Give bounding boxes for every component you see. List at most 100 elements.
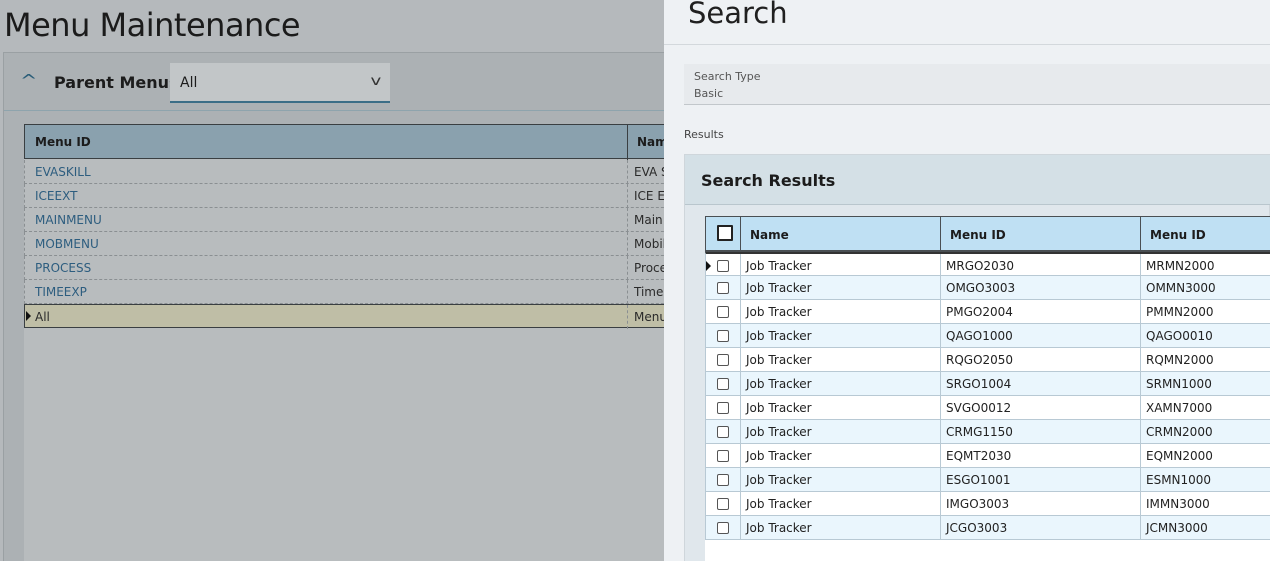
table-row[interactable]: TIMEEXP Time	[24, 280, 704, 304]
parent-menu-id-cell: OMMN3000	[1146, 281, 1216, 295]
results-grid-header: Name Menu ID Menu ID	[705, 216, 1270, 252]
name-cell: Job Tracker	[746, 281, 812, 295]
row-checkbox[interactable]	[717, 498, 729, 510]
parent-menu-id-cell: SRMN1000	[1146, 377, 1212, 391]
table-row[interactable]: ICEEXT ICE Ex	[24, 184, 704, 208]
menu-id-cell[interactable]: PROCESS	[35, 261, 91, 275]
row-checkbox[interactable]	[717, 450, 729, 462]
name-cell: Job Tracker	[746, 259, 812, 273]
parent-menu-id-cell: JCMN3000	[1146, 521, 1208, 535]
column-header-menu-id[interactable]: Menu ID	[950, 228, 1006, 242]
menu-grid-header: Menu ID Nam	[24, 124, 704, 160]
parent-menu-id-cell: MRMN2000	[1146, 259, 1215, 273]
table-row[interactable]: Job Tracker PMGO2004 PMMN2000	[705, 300, 1270, 324]
name-cell: Job Tracker	[746, 377, 812, 391]
table-row[interactable]: Job Tracker SRGO1004 SRMN1000	[705, 372, 1270, 396]
search-type-value: Basic	[694, 87, 724, 100]
column-header-menu-id[interactable]: Menu ID	[35, 135, 91, 149]
table-row[interactable]: EVASKILL EVA S	[24, 160, 704, 184]
table-row[interactable]: Job Tracker EQMT2030 EQMN2000	[705, 444, 1270, 468]
row-checkbox[interactable]	[717, 354, 729, 366]
name-cell: Job Tracker	[746, 353, 812, 367]
parent-menu-id-cell: EQMN2000	[1146, 449, 1213, 463]
parent-menu-id-cell: RQMN2000	[1146, 353, 1214, 367]
table-row[interactable]: Job Tracker SVGO0012 XAMN7000	[705, 396, 1270, 420]
table-row[interactable]: MOBMENU Mobil	[24, 232, 704, 256]
menu-id-cell: EQMT2030	[946, 449, 1012, 463]
parent-menu-id-cell: PMMN2000	[1146, 305, 1214, 319]
search-type-field[interactable]: Search Type Basic	[684, 64, 1270, 105]
table-row[interactable]: Job Tracker QAGO1000 QAGO0010	[705, 324, 1270, 348]
parent-menu-id-cell: QAGO0010	[1146, 329, 1213, 343]
menu-id-cell[interactable]: TIMEEXP	[35, 285, 87, 299]
menu-grid: Menu ID Nam EVASKILL EVA S ICEEXT ICE Ex MAI…	[24, 124, 704, 561]
row-checkbox[interactable]	[717, 426, 729, 438]
table-row[interactable]: Job Tracker IMGO3003 IMMN3000	[705, 492, 1270, 516]
results-grid-rows: Job Tracker MRGO2030 MRMN2000 Job Tracker OM…	[705, 252, 1270, 540]
name-cell: Main	[634, 213, 663, 227]
name-cell: Job Tracker	[746, 401, 812, 415]
name-cell: Job Tracker	[746, 497, 812, 511]
row-checkbox[interactable]	[717, 474, 729, 486]
search-results-panel: Search Results Name Menu ID Menu ID Job …	[684, 154, 1270, 561]
current-row-marker-icon	[706, 261, 711, 271]
menu-id-cell: PMGO2004	[946, 305, 1013, 319]
table-row[interactable]: Job Tracker RQGO2050 RQMN2000	[705, 348, 1270, 372]
table-row[interactable]: Job Tracker CRMG1150 CRMN2000	[705, 420, 1270, 444]
menu-id-cell: RQGO2050	[946, 353, 1014, 367]
name-cell: Mobil	[634, 237, 666, 251]
menu-id-cell: QAGO1000	[946, 329, 1013, 343]
menu-id-cell[interactable]: MOBMENU	[35, 237, 99, 251]
parent-menu-id-cell: CRMN2000	[1146, 425, 1213, 439]
row-checkbox[interactable]	[717, 522, 729, 534]
column-header-parent-menu-id[interactable]: Menu ID	[1150, 228, 1206, 242]
menu-id-cell: JCGO3003	[946, 521, 1008, 535]
menu-id-cell[interactable]: EVASKILL	[35, 165, 91, 179]
table-row[interactable]: Job Tracker JCGO3003 JCMN3000	[705, 516, 1270, 540]
page-title: Menu Maintenance	[4, 6, 301, 44]
table-row[interactable]: All Menu	[24, 304, 704, 329]
chevron-up-icon[interactable]: ^	[20, 71, 37, 90]
menu-id-cell: CRMG1150	[946, 425, 1013, 439]
results-label: Results	[684, 128, 724, 141]
menu-id-cell: All	[35, 310, 50, 324]
row-checkbox[interactable]	[717, 378, 729, 390]
name-cell: Job Tracker	[746, 449, 812, 463]
search-results-header: Search Results	[685, 155, 1270, 205]
table-row[interactable]: PROCESS Proce	[24, 256, 704, 280]
name-cell: Proce	[634, 261, 668, 275]
table-row[interactable]: Job Tracker MRGO2030 MRMN2000	[705, 252, 1270, 278]
table-row[interactable]: Job Tracker OMGO3003 OMMN3000	[705, 276, 1270, 300]
parent-menus-panel: ^ Parent Menus All v Menu ID Nam EVASKIL…	[3, 52, 704, 561]
row-checkbox[interactable]	[717, 260, 729, 272]
menu-id-cell: IMGO3003	[946, 497, 1010, 511]
table-row[interactable]: Job Tracker ESGO1001 ESMN1000	[705, 468, 1270, 492]
row-checkbox[interactable]	[717, 330, 729, 342]
search-results-title: Search Results	[701, 171, 836, 190]
row-checkbox[interactable]	[717, 402, 729, 414]
row-checkbox[interactable]	[717, 306, 729, 318]
menu-id-cell: MRGO2030	[946, 259, 1014, 273]
select-all-checkbox[interactable]	[717, 225, 733, 241]
divider	[664, 44, 1270, 45]
parent-menus-select[interactable]: All v	[170, 63, 390, 103]
menu-id-cell[interactable]: MAINMENU	[35, 213, 102, 227]
parent-menus-label: Parent Menus	[54, 73, 179, 92]
chevron-down-icon: v	[370, 74, 382, 89]
parent-menus-header: ^ Parent Menus All v	[4, 53, 704, 111]
name-cell: Menu	[634, 310, 667, 324]
search-panel: Search Search Type Basic Results Search …	[664, 0, 1270, 561]
table-row[interactable]: MAINMENU Main	[24, 208, 704, 232]
menu-id-cell: SRGO1004	[946, 377, 1012, 391]
row-checkbox[interactable]	[717, 282, 729, 294]
name-cell: Job Tracker	[746, 425, 812, 439]
menu-id-cell: OMGO3003	[946, 281, 1016, 295]
column-header-name[interactable]: Name	[750, 228, 789, 242]
name-cell: Job Tracker	[746, 329, 812, 343]
search-title: Search	[688, 0, 788, 30]
menu-id-cell[interactable]: ICEEXT	[35, 189, 77, 203]
menu-grid-rows: EVASKILL EVA S ICEEXT ICE Ex MAINMENU Main MOB…	[24, 160, 704, 329]
search-type-label: Search Type	[694, 70, 761, 83]
name-cell: Job Tracker	[746, 473, 812, 487]
parent-menu-id-cell: IMMN3000	[1146, 497, 1210, 511]
